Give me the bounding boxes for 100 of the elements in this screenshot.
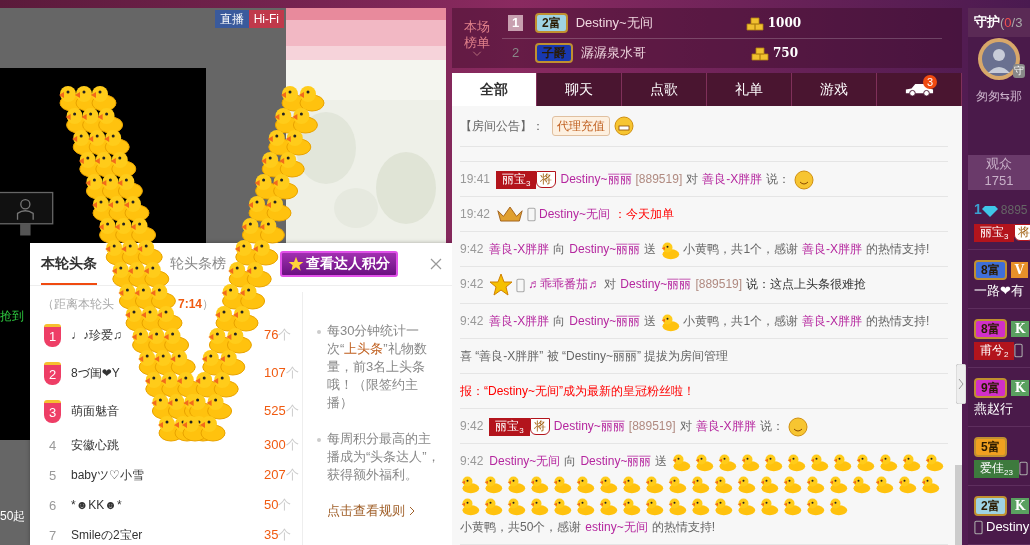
user-name[interactable]: Destiny~丽丽 [580,454,652,468]
car-tab[interactable]: 3 [877,73,962,106]
message-time: 9:42 [460,419,484,433]
chat-tab[interactable]: 点歌 [622,73,707,106]
countdown-time: 7:14 [178,297,203,311]
message-time: 9:42 [460,454,484,468]
user-name[interactable]: Destiny~无间 [489,454,561,468]
user-id: [889519] [695,277,743,292]
level-badge: K [1010,379,1030,396]
close-icon[interactable] [430,258,442,270]
fan-badge: 丽宝$_{3}$ [489,418,530,436]
chat-tab[interactable]: 聊天 [537,73,622,106]
message-text: 报：“Destiny~无间”成为最新的皇冠粉丝啦！ [460,384,695,398]
rank-medal: 2 [44,361,61,385]
rubber-duck-drawing [246,262,272,288]
message-text: 对 [686,172,699,186]
user-name[interactable]: Destiny~丽丽 [553,419,625,433]
message-time: 9:42 [460,242,484,256]
chevron-right-icon [409,506,415,516]
user-name[interactable]: 善良-X胖胖 [695,419,756,433]
message-time: 19:41 [460,172,491,186]
user-name[interactable]: estiny~无间 [585,520,648,534]
ranking-label: 本场榜单 [463,19,491,52]
phone-icon [1014,343,1024,359]
user-name[interactable]: 善良-X胖胖 [489,314,550,328]
rubber-duck-drawing [206,394,233,420]
message-text: 向 [553,242,566,256]
message-text: 向 [564,454,577,468]
user-name[interactable]: Destiny~丽丽 [560,172,632,186]
anchor-name: babyツ♡小雪 [71,466,144,484]
user-name[interactable]: 潺潺泉水哥 [581,44,751,63]
chat-tab[interactable]: 全部 [452,73,537,106]
user-name[interactable]: Destiny~无间 [575,14,746,33]
scrollbar[interactable] [955,465,962,545]
fan-badge: 丽宝$_{3}$ [496,171,537,189]
wealth-badge: 5富 [974,436,1007,457]
rank-medal: 1 [44,323,61,347]
message-time: 9:42 [460,277,484,292]
view-rules-link[interactable]: 点击查看规则 [327,502,415,520]
leaderboard-tab[interactable]: 本轮头条 [41,243,97,285]
rubber-duck-drawing [279,152,305,178]
anchor-name: 安徽心跳 [71,436,119,454]
message-text: 8895 [1000,203,1028,217]
crown-icon [496,205,525,225]
message-text: ：今天加单 [614,207,675,221]
user-name[interactable]: 善良-X胖胖 [489,242,550,256]
phone-icon [1018,461,1028,477]
message-text: 送 [644,242,657,256]
user-name[interactable]: ♬乖乖番茄♬ [528,277,601,292]
rubber-duck-drawing [266,196,292,222]
message-time: 9:42 [460,314,484,328]
message-text: 说：这点上头条很难抢 [746,277,867,292]
leaderboard-tab[interactable]: 轮头条榜 [170,243,226,285]
smiley-icon [794,169,815,190]
rank-number: 1 [508,15,523,32]
chevron-down-icon[interactable] [472,51,482,58]
rank-number: 1 [974,201,982,217]
anchor-name: ♩♪珍爱♫ [71,326,122,344]
video-caption: 抢到 [0,308,25,325]
anchor-name: 8づ闺❤Y [71,364,120,382]
user-name[interactable]: Destiny [986,519,1030,534]
user-name[interactable]: 一路❤有 [974,283,1024,298]
expand-handle-icon[interactable] [956,364,966,404]
guard-name[interactable]: 匆匆⇆那 [975,87,1023,105]
user-name[interactable]: Destiny~丽丽 [569,314,641,328]
rule-note: 每周积分最高的主播成为“头条达人”，获得额外福利。 [327,430,441,484]
message-text: 小黄鸭，共1个，感谢 [683,242,799,256]
audience-count: 1751 [984,172,1014,190]
rank-medal: 3 [44,399,61,423]
user-name[interactable]: 善良-X胖胖 [802,242,863,256]
fan-badge: 甫兮$_{2}$ [974,342,1015,360]
rubber-duck-drawing [272,174,299,200]
user-name[interactable]: Destiny~无间 [539,207,611,221]
view-score-button[interactable]: 查看达人积分 [280,251,398,277]
gift-count: 35个 [264,526,293,544]
guard-tag: 守 [1013,63,1025,78]
user-name[interactable]: 燕赵行 [974,401,1013,416]
chat-tab[interactable]: 游戏 [792,73,877,106]
rubber-duck-drawing [292,108,318,134]
rubber-duck-drawing [233,306,259,332]
phone-icon [974,520,983,536]
notice-label: 【房间公告】： [460,117,544,135]
message-text: 小黄鸭，共50个，感谢 [460,520,582,534]
monitor-person-icon [0,191,54,237]
user-name[interactable]: Destiny~丽丽 [569,242,641,256]
chat-tab[interactable]: 礼单 [707,73,792,106]
message-text: 说： [759,419,784,433]
level-badge: K [1010,497,1030,514]
rank-number: 6 [47,497,58,513]
notice-tag[interactable]: 代理充值 [552,116,610,136]
user-id: [889519] [635,172,683,186]
user-name[interactable]: Destiny~丽丽 [620,277,692,292]
message-text: 送 [655,454,668,468]
stream-badge: 直播 [214,10,249,28]
user-name[interactable]: 善良-X胖胖 [702,172,763,186]
rubber-duck-drawing [226,328,252,354]
grin-icon [614,116,634,136]
message-time: 19:42 [460,207,491,221]
rubber-duck-drawing [219,350,246,376]
user-name[interactable]: 善良-X胖胖 [802,314,863,328]
